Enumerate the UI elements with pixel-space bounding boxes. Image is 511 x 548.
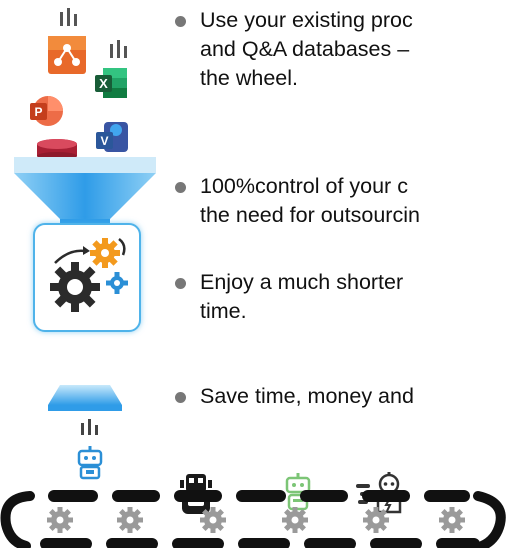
visio-icon: V [96,122,128,152]
svg-text:V: V [100,134,108,148]
bullet-line: the need for outsourcin [200,203,420,227]
gears-icon [50,238,128,312]
bullet-line: Save time, money and [200,384,414,408]
conveyor-belt [0,490,506,548]
bullet-list: Use your existing proc and Q&A databases… [175,0,511,470]
bullet-line: 100%control of your c [200,174,408,198]
excel-icon: X [95,68,127,98]
bullet-dot [175,182,186,193]
svg-text:P: P [34,105,42,119]
bullet-line: and Q&A databases – [200,37,410,61]
powerpoint-icon: P [30,96,63,126]
stream-icon [60,8,77,26]
svg-text:X: X [99,76,108,91]
process-box [33,223,141,332]
bullet-line: Use your existing proc [200,8,413,32]
process-graphic: X P V [0,0,170,548]
bullet-line: time. [200,299,247,323]
bullet-dot [175,392,186,403]
stream-icon [110,40,127,58]
robot-blue-icon [77,446,103,480]
bullet-dot [175,278,186,289]
bullet-line: the wheel. [200,66,299,90]
stream-icon [81,419,98,435]
bullet-dot [175,16,186,27]
office-app-icon [48,36,86,74]
bullet-line: Enjoy a much shorter [200,270,404,294]
